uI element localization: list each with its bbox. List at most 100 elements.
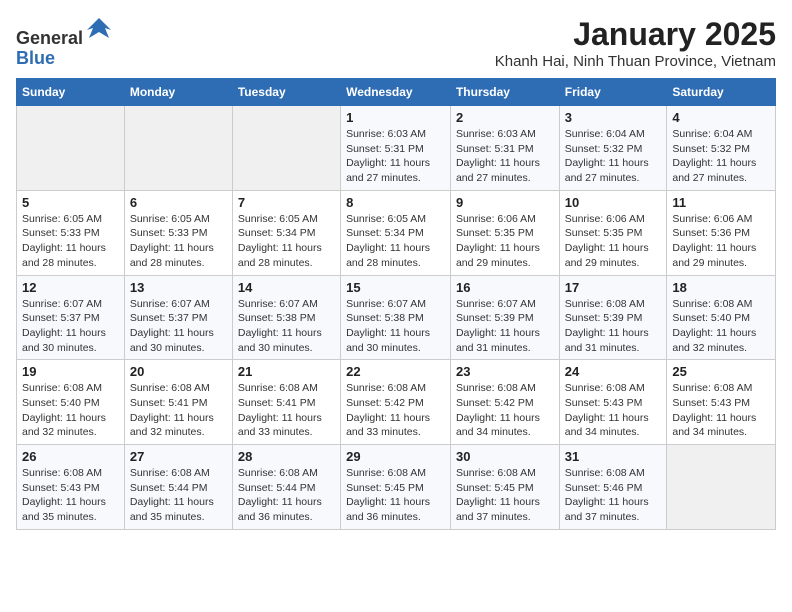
day-cell: 7 Sunrise: 6:05 AMSunset: 5:34 PMDaylight… — [232, 190, 340, 275]
day-detail: Sunrise: 6:07 AMSunset: 5:37 PMDaylight:… — [22, 297, 119, 356]
day-cell: 5 Sunrise: 6:05 AMSunset: 5:33 PMDaylight… — [17, 190, 125, 275]
day-cell: 11Sunrise: 6:06 AMSunset: 5:36 PMDayligh… — [667, 190, 776, 275]
day-detail: Sunrise: 6:05 AMSunset: 5:34 PMDaylight:… — [346, 212, 445, 271]
weekday-header-thursday: Thursday — [450, 79, 559, 106]
day-number: 27 — [130, 449, 227, 464]
day-number: 14 — [238, 280, 335, 295]
day-detail: Sunrise: 6:06 AMSunset: 5:36 PMDaylight:… — [672, 212, 770, 271]
day-cell — [667, 445, 776, 530]
day-detail: Sunrise: 6:04 AMSunset: 5:32 PMDaylight:… — [672, 127, 770, 186]
day-number: 25 — [672, 364, 770, 379]
day-cell: 16 Sunrise: 6:07 AMSunset: 5:39 PMDayligh… — [450, 275, 559, 360]
day-cell — [17, 106, 125, 191]
day-detail: Sunrise: 6:06 AMSunset: 5:35 PMDaylight:… — [456, 212, 554, 271]
day-detail: Sunrise: 6:08 AMSunset: 5:43 PMDaylight:… — [672, 381, 770, 440]
week-row-1: 1 Sunrise: 6:03 AMSunset: 5:31 PMDaylight… — [17, 106, 776, 191]
day-detail: Sunrise: 6:03 AMSunset: 5:31 PMDaylight:… — [456, 127, 554, 186]
day-detail: Sunrise: 6:07 AMSunset: 5:37 PMDaylight:… — [130, 297, 227, 356]
day-number: 1 — [346, 110, 445, 125]
day-detail: Sunrise: 6:06 AMSunset: 5:35 PMDaylight:… — [565, 212, 662, 271]
week-row-4: 19 Sunrise: 6:08 AMSunset: 5:40 PMDayligh… — [17, 360, 776, 445]
day-detail: Sunrise: 6:08 AMSunset: 5:44 PMDaylight:… — [238, 466, 335, 525]
day-cell: 8 Sunrise: 6:05 AMSunset: 5:34 PMDaylight… — [341, 190, 451, 275]
day-number: 19 — [22, 364, 119, 379]
day-detail: Sunrise: 6:08 AMSunset: 5:40 PMDaylight:… — [672, 297, 770, 356]
weekday-header-wednesday: Wednesday — [341, 79, 451, 106]
day-number: 16 — [456, 280, 554, 295]
day-number: 23 — [456, 364, 554, 379]
logo-blue-text: Blue — [16, 49, 113, 69]
calendar-subtitle: Khanh Hai, Ninh Thuan Province, Vietnam — [495, 53, 776, 70]
day-cell: 6Sunrise: 6:05 AMSunset: 5:33 PMDaylight… — [124, 190, 232, 275]
day-detail: Sunrise: 6:08 AMSunset: 5:46 PMDaylight:… — [565, 466, 662, 525]
day-cell — [124, 106, 232, 191]
day-cell: 13Sunrise: 6:07 AMSunset: 5:37 PMDayligh… — [124, 275, 232, 360]
weekday-header-tuesday: Tuesday — [232, 79, 340, 106]
day-detail: Sunrise: 6:03 AMSunset: 5:31 PMDaylight:… — [346, 127, 445, 186]
day-detail: Sunrise: 6:08 AMSunset: 5:43 PMDaylight:… — [22, 466, 119, 525]
day-number: 12 — [22, 280, 119, 295]
day-number: 8 — [346, 195, 445, 210]
week-row-2: 5 Sunrise: 6:05 AMSunset: 5:33 PMDaylight… — [17, 190, 776, 275]
day-cell: 23 Sunrise: 6:08 AMSunset: 5:42 PMDayligh… — [450, 360, 559, 445]
calendar-title: January 2025 — [495, 16, 776, 53]
day-detail: Sunrise: 6:07 AMSunset: 5:39 PMDaylight:… — [456, 297, 554, 356]
day-number: 10 — [565, 195, 662, 210]
day-number: 28 — [238, 449, 335, 464]
logo: General Blue — [16, 16, 113, 69]
day-detail: Sunrise: 6:04 AMSunset: 5:32 PMDaylight:… — [565, 127, 662, 186]
day-cell: 12 Sunrise: 6:07 AMSunset: 5:37 PMDayligh… — [17, 275, 125, 360]
logo-blue-word: Blue — [16, 48, 55, 68]
day-detail: Sunrise: 6:07 AMSunset: 5:38 PMDaylight:… — [346, 297, 445, 356]
logo-text: General — [16, 16, 113, 49]
day-detail: Sunrise: 6:05 AMSunset: 5:33 PMDaylight:… — [22, 212, 119, 271]
day-number: 29 — [346, 449, 445, 464]
weekday-header-sunday: Sunday — [17, 79, 125, 106]
day-number: 15 — [346, 280, 445, 295]
logo-general: General — [16, 28, 83, 48]
day-number: 5 — [22, 195, 119, 210]
day-number: 2 — [456, 110, 554, 125]
day-detail: Sunrise: 6:08 AMSunset: 5:40 PMDaylight:… — [22, 381, 119, 440]
day-number: 22 — [346, 364, 445, 379]
day-cell: 9 Sunrise: 6:06 AMSunset: 5:35 PMDaylight… — [450, 190, 559, 275]
day-number: 31 — [565, 449, 662, 464]
day-cell: 17Sunrise: 6:08 AMSunset: 5:39 PMDayligh… — [559, 275, 667, 360]
day-number: 17 — [565, 280, 662, 295]
day-detail: Sunrise: 6:08 AMSunset: 5:45 PMDaylight:… — [456, 466, 554, 525]
day-number: 9 — [456, 195, 554, 210]
week-row-3: 12 Sunrise: 6:07 AMSunset: 5:37 PMDayligh… — [17, 275, 776, 360]
day-detail: Sunrise: 6:08 AMSunset: 5:44 PMDaylight:… — [130, 466, 227, 525]
weekday-header-friday: Friday — [559, 79, 667, 106]
calendar-header: SundayMondayTuesdayWednesdayThursdayFrid… — [17, 79, 776, 106]
day-cell: 3Sunrise: 6:04 AMSunset: 5:32 PMDaylight… — [559, 106, 667, 191]
day-cell: 19 Sunrise: 6:08 AMSunset: 5:40 PMDayligh… — [17, 360, 125, 445]
calendar-body: 1 Sunrise: 6:03 AMSunset: 5:31 PMDaylight… — [17, 106, 776, 530]
day-detail: Sunrise: 6:05 AMSunset: 5:33 PMDaylight:… — [130, 212, 227, 271]
day-cell: 24Sunrise: 6:08 AMSunset: 5:43 PMDayligh… — [559, 360, 667, 445]
title-block: January 2025 Khanh Hai, Ninh Thuan Provi… — [495, 16, 776, 70]
day-cell: 4 Sunrise: 6:04 AMSunset: 5:32 PMDaylight… — [667, 106, 776, 191]
day-cell: 22Sunrise: 6:08 AMSunset: 5:42 PMDayligh… — [341, 360, 451, 445]
weekday-header-monday: Monday — [124, 79, 232, 106]
day-number: 21 — [238, 364, 335, 379]
day-number: 20 — [130, 364, 227, 379]
day-cell: 21 Sunrise: 6:08 AMSunset: 5:41 PMDayligh… — [232, 360, 340, 445]
day-detail: Sunrise: 6:08 AMSunset: 5:42 PMDaylight:… — [456, 381, 554, 440]
calendar-table: SundayMondayTuesdayWednesdayThursdayFrid… — [16, 78, 776, 530]
day-detail: Sunrise: 6:05 AMSunset: 5:34 PMDaylight:… — [238, 212, 335, 271]
day-number: 4 — [672, 110, 770, 125]
day-cell: 30 Sunrise: 6:08 AMSunset: 5:45 PMDayligh… — [450, 445, 559, 530]
day-detail: Sunrise: 6:08 AMSunset: 5:43 PMDaylight:… — [565, 381, 662, 440]
day-number: 18 — [672, 280, 770, 295]
day-cell: 2 Sunrise: 6:03 AMSunset: 5:31 PMDaylight… — [450, 106, 559, 191]
day-cell: 10 Sunrise: 6:06 AMSunset: 5:35 PMDayligh… — [559, 190, 667, 275]
day-detail: Sunrise: 6:08 AMSunset: 5:41 PMDaylight:… — [238, 381, 335, 440]
day-number: 7 — [238, 195, 335, 210]
week-row-5: 26Sunrise: 6:08 AMSunset: 5:43 PMDayligh… — [17, 445, 776, 530]
day-cell: 28 Sunrise: 6:08 AMSunset: 5:44 PMDayligh… — [232, 445, 340, 530]
day-cell: 1 Sunrise: 6:03 AMSunset: 5:31 PMDaylight… — [341, 106, 451, 191]
day-number: 30 — [456, 449, 554, 464]
day-cell: 14Sunrise: 6:07 AMSunset: 5:38 PMDayligh… — [232, 275, 340, 360]
day-cell: 18 Sunrise: 6:08 AMSunset: 5:40 PMDayligh… — [667, 275, 776, 360]
